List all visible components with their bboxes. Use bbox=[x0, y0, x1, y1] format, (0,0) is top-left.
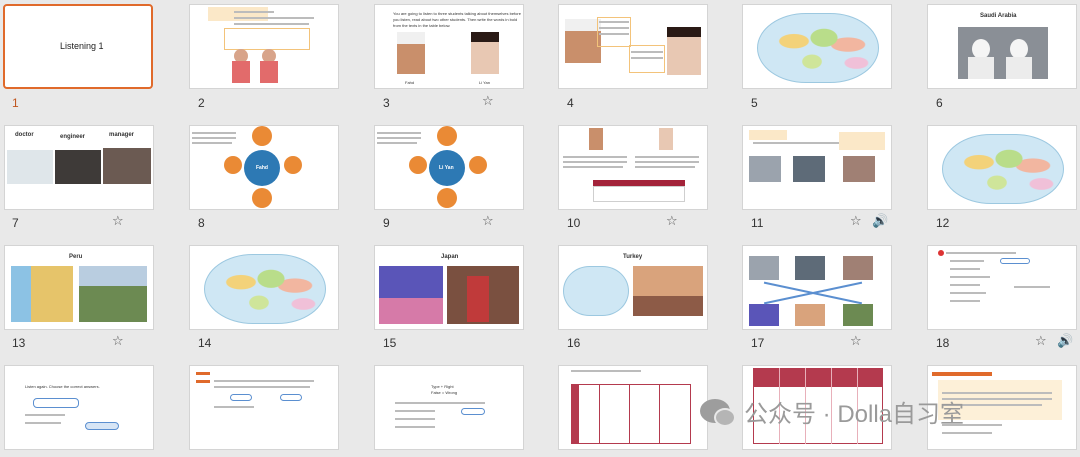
star-icon[interactable]: ☆ bbox=[850, 335, 862, 348]
slide-number: 3 bbox=[383, 96, 390, 110]
slide-thumbnail[interactable] bbox=[558, 4, 708, 89]
slide-thumbnail[interactable]: Type + Right False = Wrong bbox=[374, 365, 524, 450]
slide-number: 10 bbox=[567, 216, 581, 230]
wechat-icon bbox=[700, 399, 736, 427]
slide-thumbnail[interactable] bbox=[927, 125, 1077, 210]
slide-label: doctor bbox=[15, 132, 34, 138]
slide-thumbnail[interactable]: Listening 1 bbox=[3, 4, 153, 89]
slide-thumbnail[interactable] bbox=[742, 125, 892, 210]
watermark-text: 公众号 · Dolla自习室 bbox=[744, 400, 965, 428]
slide-number: 4 bbox=[567, 96, 574, 110]
slide-number: 6 bbox=[936, 96, 943, 110]
slide-number: 2 bbox=[198, 96, 205, 110]
slide-thumbnail[interactable] bbox=[189, 4, 339, 89]
slide-thumbnail[interactable]: Turkey bbox=[558, 245, 708, 330]
star-icon[interactable]: ☆ bbox=[666, 215, 678, 228]
slide-title: Peru bbox=[69, 254, 83, 260]
star-icon[interactable]: ☆ bbox=[482, 95, 494, 108]
slide-number: 11 bbox=[751, 216, 764, 230]
slide-label: engineer bbox=[60, 134, 86, 140]
slide-label: manager bbox=[109, 132, 135, 138]
slide-title: Turkey bbox=[623, 254, 643, 260]
slide-thumbnail[interactable]: Listen again. Choose the correct answers… bbox=[4, 365, 154, 450]
star-icon[interactable]: ☆ bbox=[850, 215, 862, 228]
slide-title: Japan bbox=[441, 254, 459, 260]
slide-number: 8 bbox=[198, 216, 205, 230]
watermark: 公众号 · Dolla自习室 bbox=[700, 394, 1080, 428]
slide-text: False = Wrong bbox=[431, 390, 458, 395]
slide-number: 18 bbox=[936, 336, 950, 350]
slide-thumbnail[interactable]: Japan bbox=[374, 245, 524, 330]
slide-thumbnail[interactable]: Fahd bbox=[189, 125, 339, 210]
slide-number: 5 bbox=[751, 96, 758, 110]
slide-thumbnail[interactable]: Li Yan bbox=[374, 125, 524, 210]
slide-thumbnail[interactable]: You are going to listen to three student… bbox=[374, 4, 524, 89]
slide-number: 17 bbox=[751, 336, 765, 350]
star-icon[interactable]: ☆ bbox=[112, 215, 124, 228]
diagram-center: Li Yan bbox=[439, 165, 454, 171]
slide-number: 1 bbox=[12, 96, 19, 110]
slide-number: 13 bbox=[12, 336, 26, 350]
slide-number: 15 bbox=[383, 336, 397, 350]
slide-thumbnail[interactable] bbox=[558, 125, 708, 210]
star-icon[interactable]: ☆ bbox=[1035, 335, 1047, 348]
slide-text: you listen, read about two other student… bbox=[393, 17, 518, 22]
slide-title: Saudi Arabia bbox=[980, 13, 1017, 19]
caption: Fahd bbox=[405, 80, 415, 85]
star-icon[interactable]: ☆ bbox=[482, 215, 494, 228]
slide-thumbnail[interactable] bbox=[558, 365, 708, 450]
slide-thumbnail[interactable] bbox=[927, 245, 1077, 330]
slide-number: 14 bbox=[198, 336, 212, 350]
slide-text: You are going to listen to three student… bbox=[393, 11, 521, 16]
audio-icon[interactable]: 🔊 bbox=[872, 215, 888, 228]
caption: Li Yan bbox=[479, 80, 490, 85]
slide-thumbnail[interactable]: Saudi Arabia bbox=[927, 4, 1077, 89]
slide-number: 9 bbox=[383, 216, 390, 230]
slide-thumbnail[interactable] bbox=[742, 245, 892, 330]
slide-number: 7 bbox=[12, 216, 19, 230]
slide-number: 16 bbox=[567, 336, 581, 350]
star-icon[interactable]: ☆ bbox=[112, 335, 124, 348]
slide-text: Listen again. Choose the correct answers… bbox=[25, 384, 100, 389]
slide-thumbnail[interactable] bbox=[189, 245, 339, 330]
slide-thumbnail[interactable] bbox=[742, 4, 892, 89]
slide-thumbnail[interactable]: Peru bbox=[4, 245, 154, 330]
slide-title: Listening 1 bbox=[60, 41, 104, 51]
slide-thumbnail[interactable] bbox=[189, 365, 339, 450]
audio-icon[interactable]: 🔊 bbox=[1057, 335, 1073, 348]
slide-text: Type + Right bbox=[431, 384, 454, 389]
slide-number: 12 bbox=[936, 216, 950, 230]
slide-text: from the texts in the table below. bbox=[393, 23, 451, 28]
diagram-center: Fahd bbox=[256, 165, 268, 171]
slide-thumbnail[interactable]: doctor engineer manager bbox=[4, 125, 154, 210]
